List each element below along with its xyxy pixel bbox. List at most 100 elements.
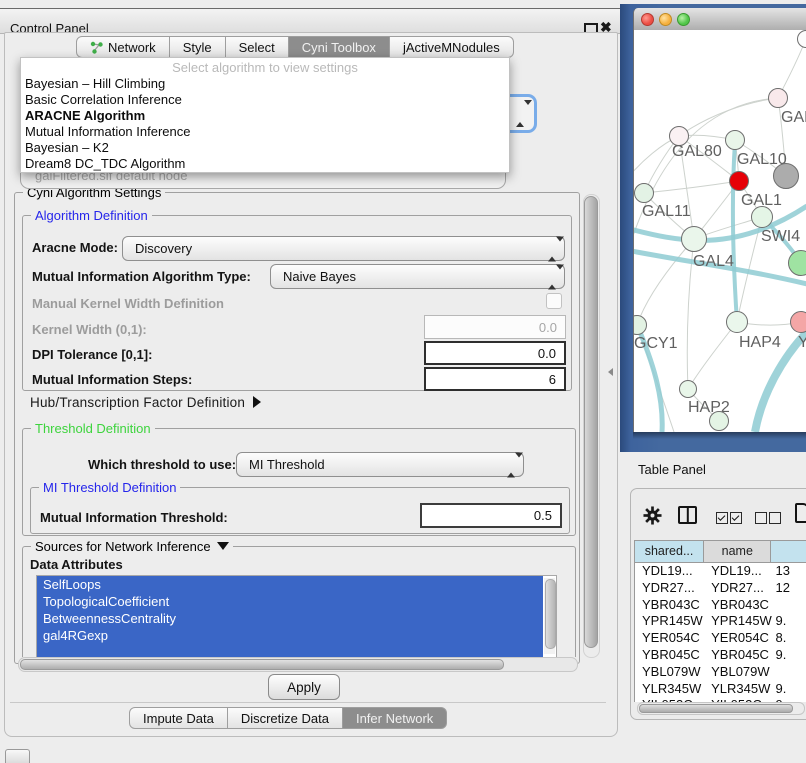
minimized-panel-tab[interactable] bbox=[5, 749, 30, 763]
algorithm-option-bayesian-hill-climbing[interactable]: Bayesian – Hill Climbing bbox=[21, 76, 509, 92]
document-icon[interactable] bbox=[795, 503, 806, 523]
table-panel-title: Table Panel bbox=[638, 462, 706, 477]
table-cell: YPR145W bbox=[704, 613, 771, 630]
network-node[interactable] bbox=[773, 163, 799, 189]
zoom-traffic-light[interactable] bbox=[677, 13, 690, 26]
node-label-hap4: HAP4 bbox=[739, 334, 781, 352]
attribute-item-topologicalcoefficient[interactable]: TopologicalCoefficient bbox=[37, 593, 543, 610]
which-threshold-combobox[interactable]: MI Threshold bbox=[236, 452, 524, 477]
tab-network[interactable]: Network bbox=[76, 36, 170, 58]
kernel-width-input[interactable]: 0.0 bbox=[424, 315, 566, 339]
network-canvas[interactable]: GALGAL80GAL10GAL1GAL11SWI4GAL4GCY1HAP4YH… bbox=[634, 30, 806, 432]
table-row[interactable]: YBL079WYBL079W bbox=[635, 664, 806, 681]
column-header-shared[interactable]: shared... bbox=[635, 541, 704, 562]
tab-infer-network[interactable]: Infer Network bbox=[343, 707, 447, 729]
table-cell: YBR045C bbox=[635, 647, 704, 664]
list-item[interactable] bbox=[37, 644, 543, 658]
column-header-clipped[interactable] bbox=[771, 541, 806, 562]
expander-collapsed-icon[interactable] bbox=[253, 396, 261, 408]
mi-threshold-input[interactable]: 0.5 bbox=[420, 503, 562, 528]
checked-checkbox-icon[interactable] bbox=[730, 512, 742, 524]
network-node-gal10[interactable] bbox=[725, 130, 745, 150]
unchecked-checkbox-icon[interactable] bbox=[769, 512, 781, 524]
algorithm-combobox-fragment[interactable] bbox=[510, 94, 537, 133]
column-header-name[interactable]: name bbox=[704, 541, 771, 562]
tab-select[interactable]: Select bbox=[226, 36, 289, 58]
table-cell: YBR043C bbox=[704, 597, 771, 614]
attribute-item-gal4rgexp[interactable]: gal4RGexp bbox=[37, 627, 543, 644]
network-icon bbox=[90, 40, 103, 54]
scrollbar-thumb[interactable] bbox=[20, 659, 504, 670]
table-cell: YPR145W bbox=[635, 613, 704, 630]
tab-label: Style bbox=[183, 40, 212, 55]
algorithm-dropdown-prompt: Select algorithm to view settings bbox=[21, 59, 509, 76]
table-row[interactable]: YDR27...YDR27...12 bbox=[635, 580, 806, 597]
sources-legend[interactable]: Sources for Network Inference bbox=[31, 539, 233, 554]
table-cell: YBR045C bbox=[704, 647, 771, 664]
splitter-collapse-icon[interactable] bbox=[608, 368, 613, 376]
manual-kernel-label: Manual Kernel Width Definition bbox=[32, 296, 224, 311]
gear-icon[interactable] bbox=[643, 506, 662, 530]
attribute-item-betweennesscentrality[interactable]: BetweennessCentrality bbox=[37, 610, 543, 627]
tab-impute-data[interactable]: Impute Data bbox=[129, 707, 228, 729]
stepper-arrows-icon bbox=[548, 269, 556, 284]
network-node-hap2[interactable] bbox=[679, 380, 697, 398]
network-node-gal4[interactable] bbox=[681, 226, 707, 252]
table-row[interactable]: YER054CYER054C8. bbox=[635, 630, 806, 647]
network-node-gal[interactable] bbox=[768, 88, 788, 108]
network-node-gal11[interactable] bbox=[634, 183, 654, 203]
table-row[interactable]: YBR043CYBR043C bbox=[635, 597, 806, 614]
table-row[interactable]: YBR045CYBR045C9. bbox=[635, 647, 806, 664]
tab-cyni-toolbox[interactable]: Cyni Toolbox bbox=[289, 36, 390, 58]
dpi-tolerance-input[interactable]: 0.0 bbox=[424, 341, 566, 365]
table-row[interactable]: YPR145WYPR145W9. bbox=[635, 613, 806, 630]
attributes-scrollbar[interactable] bbox=[544, 578, 555, 654]
network-window: GALGAL80GAL10GAL1GAL11SWI4GAL4GCY1HAP4YH… bbox=[633, 8, 806, 432]
tab-style[interactable]: Style bbox=[170, 36, 226, 58]
mi-type-combobox[interactable]: Naive Bayes bbox=[270, 264, 565, 289]
network-node-swi4[interactable] bbox=[751, 206, 773, 228]
data-attributes-list[interactable]: SelfLoopsTopologicalCoefficientBetweenne… bbox=[36, 575, 557, 658]
algorithm-option-aracne-algorithm[interactable]: ARACNE Algorithm bbox=[21, 108, 509, 124]
algorithm-option-bayesian-k2[interactable]: Bayesian – K2 bbox=[21, 140, 509, 156]
sources-legend-text: Sources for Network Inference bbox=[35, 539, 211, 554]
scrollbar-thumb[interactable] bbox=[545, 579, 556, 649]
network-node[interactable] bbox=[709, 411, 729, 431]
close-traffic-light[interactable] bbox=[641, 13, 654, 26]
algorithm-option-dream8-dc-tdc-algorithm[interactable]: Dream8 DC_TDC Algorithm bbox=[21, 156, 509, 172]
mi-steps-input[interactable]: 6 bbox=[424, 367, 566, 391]
aracne-mode-combobox[interactable]: Discovery bbox=[122, 236, 565, 261]
minimize-traffic-light[interactable] bbox=[659, 13, 672, 26]
column-browser-icon[interactable] bbox=[678, 506, 697, 524]
apply-button[interactable]: Apply bbox=[268, 674, 340, 700]
unchecked-checkbox-icon[interactable] bbox=[755, 512, 767, 524]
scrollbar-thumb[interactable] bbox=[584, 196, 598, 648]
algorithm-dropdown-list: Bayesian – Hill ClimbingBasic Correlatio… bbox=[21, 76, 509, 172]
attribute-item-selfloops[interactable]: SelfLoops bbox=[37, 576, 543, 593]
algorithm-option-basic-correlation-inference[interactable]: Basic Correlation Inference bbox=[21, 92, 509, 108]
table-cell: YER054C bbox=[704, 630, 771, 647]
network-node-hap4[interactable] bbox=[726, 311, 748, 333]
table-row[interactable]: YLR345WYLR345W9. bbox=[635, 681, 806, 698]
control-panel-tab-bar: Network Style Select Cyni ToolboxjActiveMNo… bbox=[76, 36, 514, 58]
network-node-gal1[interactable] bbox=[729, 171, 749, 191]
table-row[interactable]: YDL19...YDL19...13 bbox=[635, 563, 806, 580]
node-label-gal80: GAL80 bbox=[672, 143, 722, 161]
stepper-arrows-icon bbox=[516, 105, 524, 123]
manual-kernel-checkbox[interactable] bbox=[546, 293, 562, 309]
hub-definition-expander[interactable]: Hub/Transcription Factor Definition bbox=[30, 395, 261, 410]
tab-jactivemnodules[interactable]: jActiveMNodules bbox=[390, 36, 514, 58]
network-node-y[interactable] bbox=[790, 311, 806, 333]
tab-label: Select bbox=[239, 40, 275, 55]
checked-checkbox-icon[interactable] bbox=[716, 512, 728, 524]
scrollbar-thumb[interactable] bbox=[639, 704, 793, 713]
node-table[interactable]: shared...name YDL19...YDL19...13YDR27...… bbox=[634, 540, 806, 702]
table-cell bbox=[772, 664, 806, 681]
network-window-titlebar[interactable] bbox=[634, 8, 806, 31]
stepper-arrows-icon bbox=[507, 457, 515, 472]
kernel-width-label: Kernel Width (0,1): bbox=[32, 322, 147, 337]
algorithm-option-mutual-information-inference[interactable]: Mutual Information Inference bbox=[21, 124, 509, 140]
expander-expanded-icon[interactable] bbox=[217, 542, 229, 550]
tab-discretize-data[interactable]: Discretize Data bbox=[228, 707, 343, 729]
table-cell: YDR27... bbox=[635, 580, 704, 597]
